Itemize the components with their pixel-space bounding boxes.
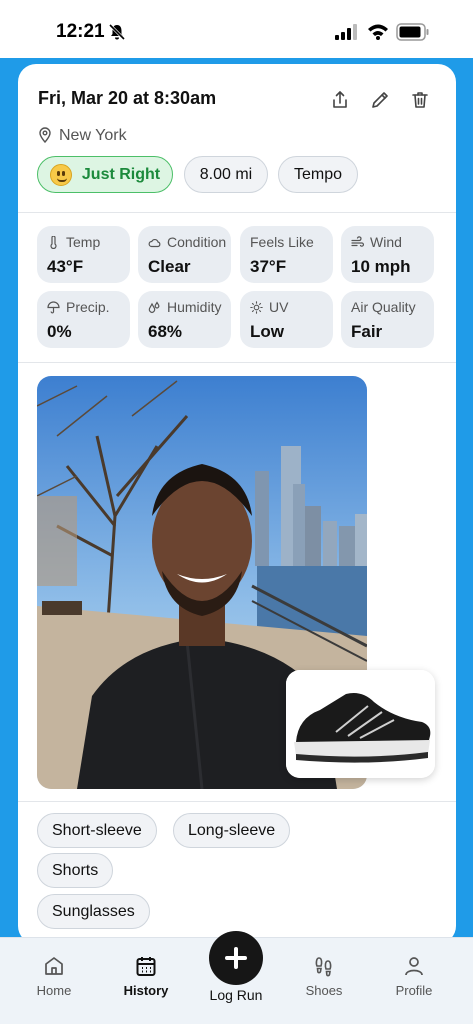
cloud-icon xyxy=(148,238,161,247)
stat-label: Condition xyxy=(167,234,227,250)
user-icon xyxy=(405,957,423,976)
stat-value: Low xyxy=(250,322,284,341)
edit-pencil-icon[interactable] xyxy=(370,90,390,110)
gear-tag[interactable]: Long-sleeve xyxy=(173,813,291,848)
battery-icon xyxy=(396,23,429,41)
stat-condition: Condition Clear xyxy=(138,226,231,283)
stat-label: Wind xyxy=(370,234,402,250)
thermometer-icon xyxy=(50,235,57,249)
gear-tag-label: Shorts xyxy=(52,861,99,879)
shoe-thumbnail[interactable] xyxy=(286,670,435,778)
divider xyxy=(18,362,456,363)
distance-value: 8.00 mi xyxy=(199,165,253,183)
tab-label: Profile xyxy=(395,983,433,998)
run-type-chip[interactable]: Tempo xyxy=(278,156,358,193)
bell-muted-icon xyxy=(108,23,126,41)
smiley-face-icon xyxy=(49,163,72,186)
run-location: New York xyxy=(59,127,127,144)
tab-home[interactable]: Home xyxy=(14,955,94,998)
stat-label: Air Quality xyxy=(351,299,416,315)
stat-label: UV xyxy=(269,299,289,315)
stat-temp: Temp 43°F xyxy=(37,226,130,283)
stat-value: 10 mph xyxy=(351,257,411,276)
gear-tag[interactable]: Short-sleeve xyxy=(37,813,157,848)
calendar-icon xyxy=(136,957,156,976)
home-icon xyxy=(45,957,63,975)
divider xyxy=(18,801,456,802)
wind-icon xyxy=(351,235,364,247)
log-run-button[interactable] xyxy=(209,931,263,985)
stat-humidity: Humidity 68% xyxy=(138,291,231,348)
tab-label: Shoes xyxy=(305,983,343,998)
stat-feels-like: Feels Like 37°F xyxy=(240,226,333,283)
gear-tag-label: Short-sleeve xyxy=(52,821,142,839)
wifi-icon xyxy=(368,24,388,40)
gear-tag[interactable]: Sunglasses xyxy=(37,894,150,929)
footprints-icon xyxy=(315,957,332,977)
stat-air-quality: Air Quality Fair xyxy=(341,291,434,348)
run-title: Fri, Mar 20 at 8:30am xyxy=(38,88,217,108)
stat-value: Clear xyxy=(148,257,191,276)
share-icon[interactable] xyxy=(330,90,350,110)
tab-profile[interactable]: Profile xyxy=(374,955,454,998)
distance-chip[interactable]: 8.00 mi xyxy=(184,156,268,193)
stat-value: 43°F xyxy=(47,257,84,276)
tab-label: History xyxy=(123,983,169,998)
stat-wind: Wind 10 mph xyxy=(341,226,434,283)
stat-label: Temp xyxy=(66,234,101,250)
gear-tag[interactable]: Shorts xyxy=(37,853,114,888)
map-pin-icon xyxy=(39,127,51,143)
status-time: 12:21 xyxy=(56,21,105,42)
feel-rating-label: Just Right xyxy=(81,165,161,183)
run-type-label: Tempo xyxy=(293,165,343,183)
feel-rating-chip[interactable]: Just Right xyxy=(37,156,173,193)
status-bar: 12:21 xyxy=(0,0,473,58)
cellular-signal-icon xyxy=(335,24,357,40)
stat-value: 37°F xyxy=(250,257,287,276)
gear-tag-label: Sunglasses xyxy=(52,902,135,920)
stat-value: 68% xyxy=(148,322,183,341)
log-run-label: Log Run xyxy=(209,987,263,1003)
stat-precip: Precip. 0% xyxy=(37,291,130,348)
tab-label: Home xyxy=(36,983,72,998)
trash-icon[interactable] xyxy=(410,90,430,110)
umbrella-icon xyxy=(47,300,60,313)
sun-icon xyxy=(250,300,263,314)
divider xyxy=(18,212,456,213)
tab-shoes[interactable]: Shoes xyxy=(284,955,364,998)
stat-value: 0% xyxy=(47,322,72,341)
run-detail-card: Fri, Mar 20 at 8:30am New York Just Righ… xyxy=(18,64,456,944)
droplets-icon xyxy=(148,300,160,313)
gear-tag-label: Long-sleeve xyxy=(188,821,276,839)
stat-uv: UV Low xyxy=(240,291,333,348)
stat-label: Humidity xyxy=(167,299,222,315)
stat-label: Precip. xyxy=(66,299,110,315)
tab-history[interactable]: History xyxy=(106,955,186,998)
stat-value: Fair xyxy=(351,322,383,341)
stat-label: Feels Like xyxy=(250,234,314,250)
